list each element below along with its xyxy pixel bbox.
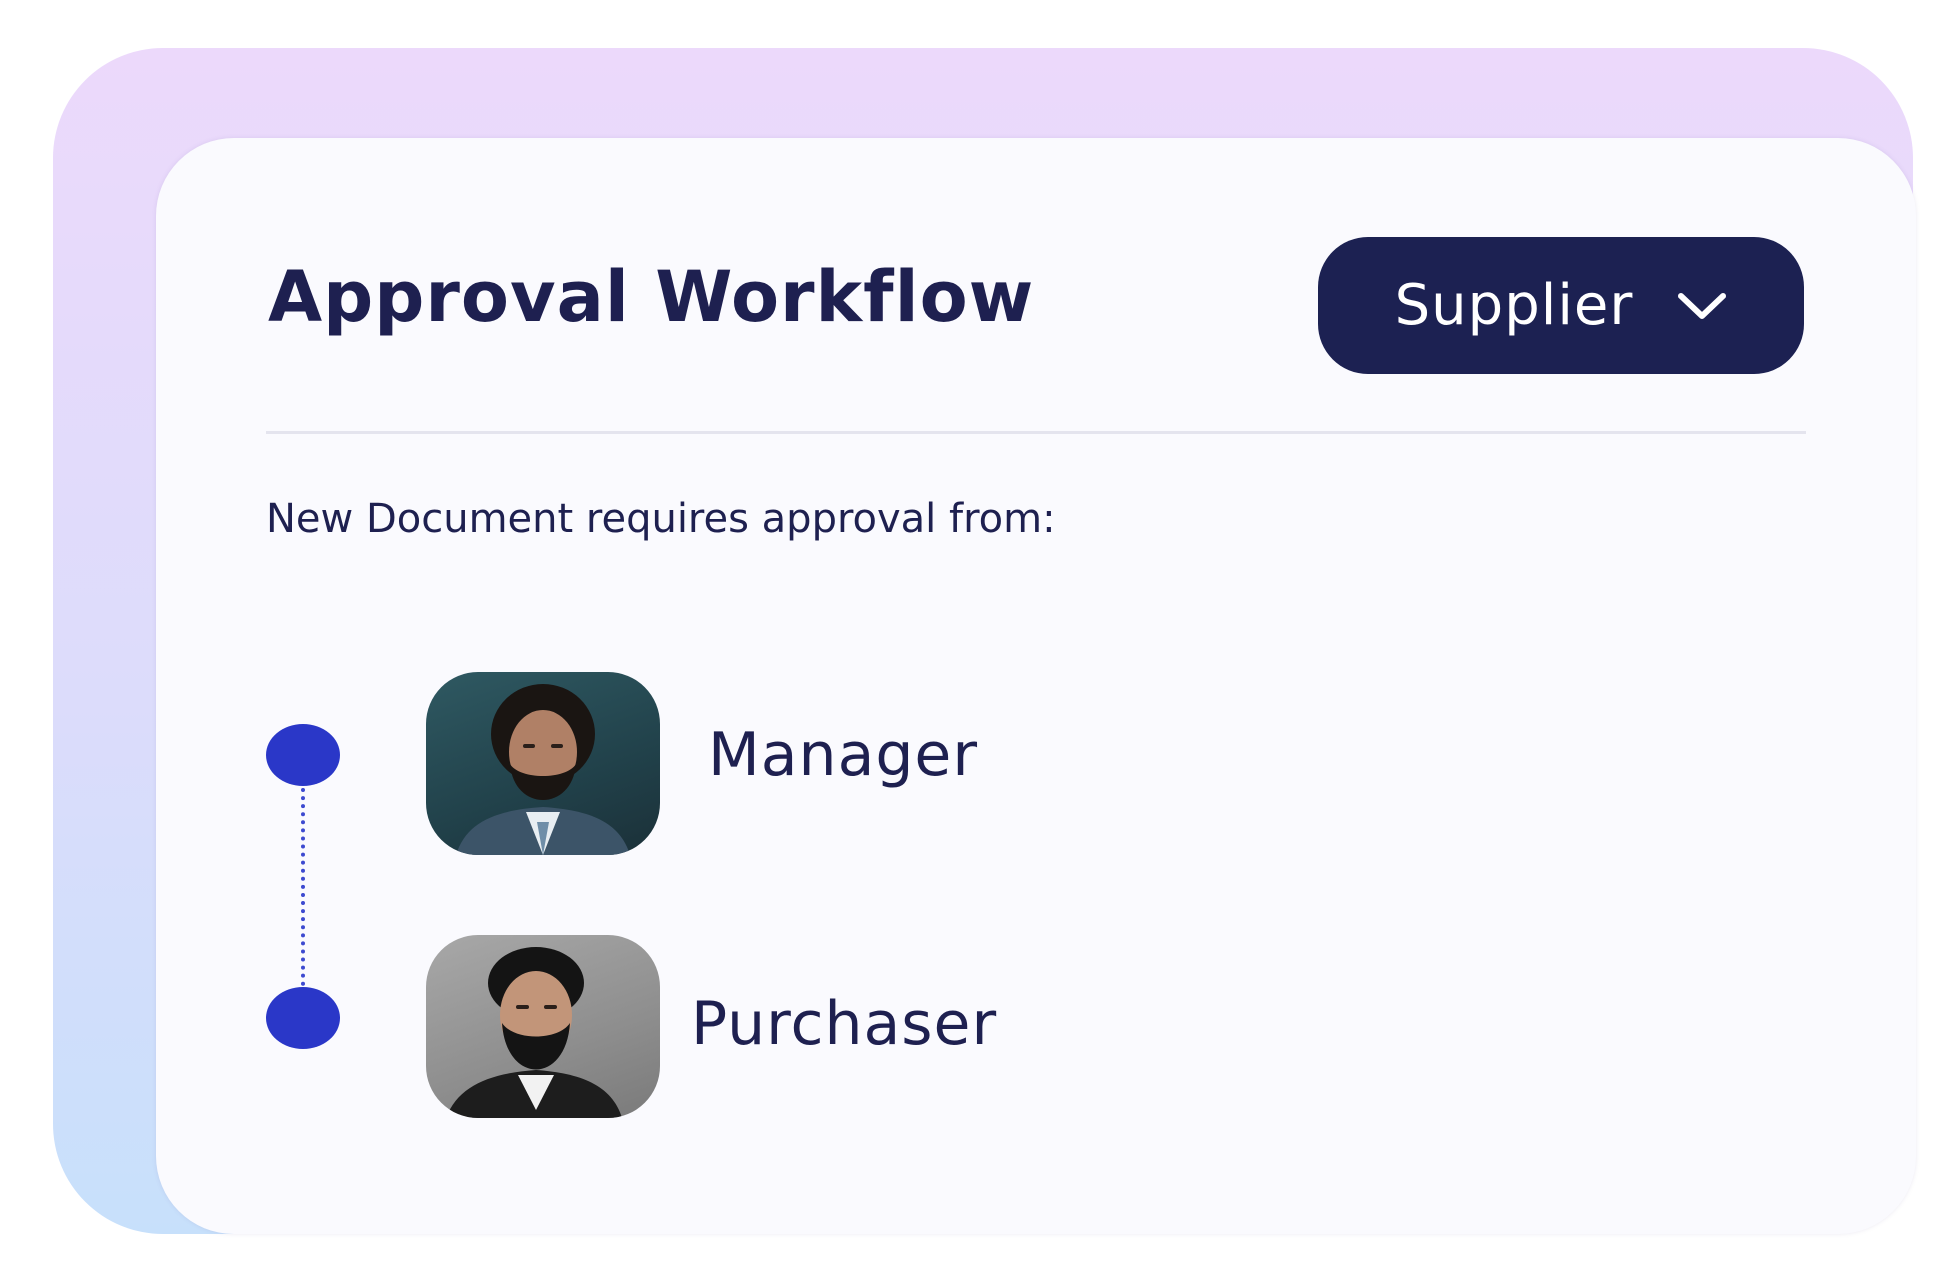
- approver-role-manager: Manager: [708, 720, 978, 790]
- gradient-frame: Approval Workflow Supplier New Document …: [53, 48, 1916, 1234]
- timeline-dot-purchaser: [266, 987, 340, 1049]
- dropdown-selected-value: Supplier: [1394, 273, 1634, 338]
- chevron-down-icon: [1678, 292, 1727, 319]
- approver-role-purchaser: Purchaser: [691, 989, 998, 1059]
- supplier-dropdown-button[interactable]: Supplier: [1318, 237, 1804, 374]
- purchaser-avatar: [426, 935, 660, 1118]
- approval-workflow-card: Approval Workflow Supplier New Document …: [156, 138, 1916, 1234]
- timeline-dot-manager: [266, 724, 340, 786]
- manager-avatar: [426, 672, 660, 855]
- timeline-connector: [301, 788, 305, 986]
- approval-description: New Document requires approval from:: [266, 496, 1056, 542]
- purchaser-portrait-icon: [446, 947, 622, 1118]
- page-title: Approval Workflow: [268, 256, 1035, 338]
- manager-portrait-icon: [456, 684, 630, 855]
- header-divider: [266, 431, 1806, 434]
